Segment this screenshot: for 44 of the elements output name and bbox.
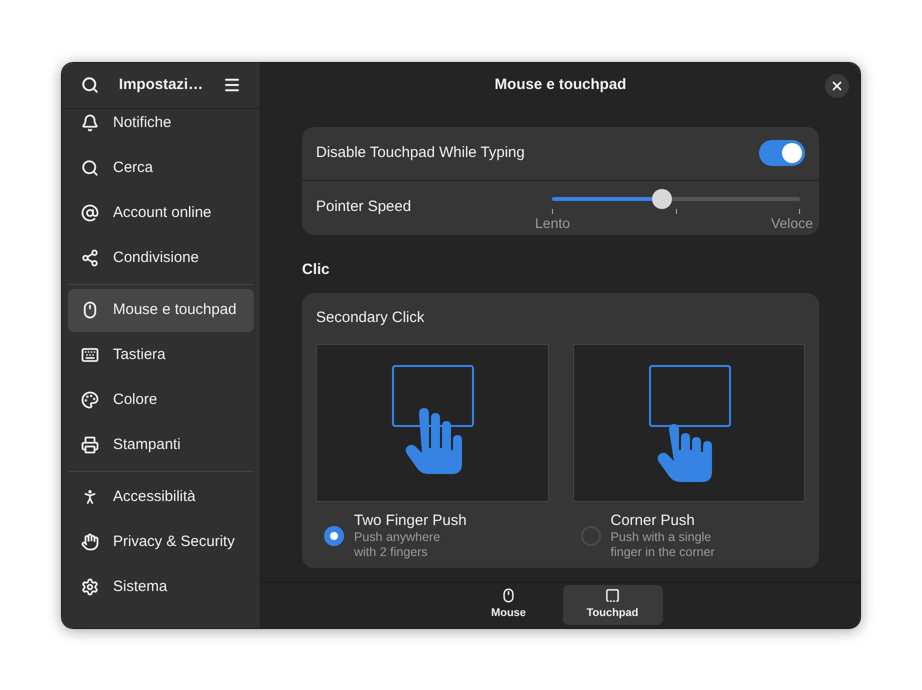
option-title: Corner Push	[610, 512, 695, 530]
speed-slider[interactable]	[552, 189, 800, 209]
close-icon	[830, 78, 844, 92]
settings-icon	[81, 578, 99, 596]
sidebar-item[interactable]: Accessibilità	[68, 476, 254, 518]
search-icon	[81, 76, 99, 94]
hand-icon	[81, 533, 99, 551]
sidebar-item[interactable]: Account online	[68, 192, 254, 234]
share-icon	[81, 249, 99, 267]
slider-thumb[interactable]	[652, 189, 672, 209]
sidebar-item[interactable]: Notifiche	[68, 102, 254, 144]
section-heading: Clic	[302, 260, 330, 280]
radio-button[interactable]	[324, 526, 344, 546]
mouse-icon	[501, 588, 516, 604]
printer-icon	[81, 436, 99, 454]
menu-icon	[223, 76, 241, 94]
close-button[interactable]	[825, 74, 849, 98]
search-icon	[81, 159, 99, 177]
slider-label: Pointer Speed	[316, 197, 412, 218]
keyboard-icon	[81, 346, 99, 364]
bell-icon	[81, 114, 99, 132]
mouse-icon	[81, 301, 99, 319]
sidebar-item[interactable]: Stampanti	[68, 424, 254, 466]
sidebar-item[interactable]: Colore	[68, 378, 254, 422]
touchpad-icon	[605, 588, 620, 604]
sidebar-title: Impostazi…	[118, 74, 204, 95]
toggle-label: Disable Touchpad While Typing	[316, 142, 525, 163]
sidebar-item[interactable]: Mouse e touchpad	[68, 288, 254, 332]
sidebar-item[interactable]: Condivisione	[68, 236, 254, 280]
option-description: Push with a single finger in the corner	[610, 530, 715, 560]
toggle-switch[interactable]	[759, 140, 805, 166]
at-sign-icon	[81, 204, 99, 222]
sidebar-item[interactable]: Sistema	[68, 566, 254, 608]
slider-min-label: Lento	[535, 214, 570, 232]
sidebar-item[interactable]: Tastiera	[68, 334, 254, 376]
sidebar-item[interactable]: Privacy & Security	[68, 520, 254, 564]
slider-max-label: Veloce	[770, 214, 813, 232]
card-title: Secondary Click	[316, 308, 424, 328]
view-switcher-tab[interactable]: Touchpad	[562, 585, 662, 625]
view-switcher-tab[interactable]: Mouse	[458, 585, 558, 625]
option-title: Two Finger Push	[354, 512, 467, 530]
sidebar-item[interactable]: Cerca	[68, 146, 254, 190]
option-description: Push anywhere with 2 fingers	[354, 530, 440, 560]
page-title: Mouse e touchpad	[494, 75, 626, 96]
